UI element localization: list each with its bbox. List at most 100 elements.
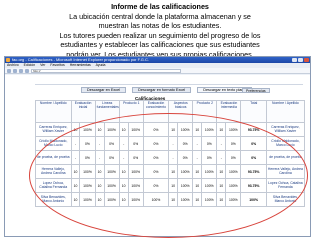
- grade-cell: 100%: [127, 192, 144, 207]
- menu-ver[interactable]: Ver: [40, 63, 45, 67]
- grade-cell: 100%: [225, 192, 242, 207]
- grade-cell: -: [168, 136, 179, 151]
- grade-cell: 0%: [103, 136, 120, 151]
- student-name-link[interactable]: Lopez Ochoa, Catalina Fernanda: [35, 178, 72, 193]
- student-name-right[interactable]: Lopez Ochoa, Catalina Fernanda: [265, 178, 306, 193]
- minimize-icon[interactable]: [292, 58, 297, 62]
- grade-cell: 0%: [225, 136, 242, 151]
- student-name-right[interactable]: de proeba, de proeba: [265, 150, 306, 165]
- grade-cell: 100%: [103, 178, 120, 193]
- column-header[interactable]: Evaluación intermedia: [216, 100, 242, 123]
- grade-cell: 0%: [103, 150, 120, 165]
- menu-edicion[interactable]: Edición: [24, 63, 35, 67]
- table-row: Silva Benavides, Marco Antonio 10 100% 10 10…: [35, 192, 306, 207]
- column-header[interactable]: Evaluación conocimiento: [142, 100, 170, 123]
- column-header[interactable]: Líneas fundamentales: [94, 100, 120, 123]
- column-header[interactable]: Nombre / Apellido: [35, 100, 72, 123]
- table-row: de proeba, de proeba -0% -0% -0% 0% -0% -0% -0%…: [35, 150, 306, 165]
- table-header-row: Nombre / Apellido Evaluación inicial Lín…: [35, 100, 306, 123]
- caption-line: La ubicación central donde la plataforma…: [69, 11, 251, 21]
- student-name-right[interactable]: Carreras Enriquez, William Xavier: [265, 122, 306, 137]
- student-name-link[interactable]: Herrera Vallejo, Andrea Carolina: [35, 164, 72, 179]
- grade-cell: 100%: [79, 192, 96, 207]
- tab-descargar-excel[interactable]: Descargar en Excel: [81, 87, 127, 93]
- student-name-link[interactable]: Carreras Enriquez, William Xavier: [35, 122, 72, 137]
- grade-cell: 10: [118, 192, 129, 207]
- refresh-icon[interactable]: [19, 68, 23, 73]
- home-icon[interactable]: [25, 68, 29, 73]
- column-header[interactable]: Producto 1: [118, 100, 144, 123]
- address-bar[interactable]: http://: [31, 68, 181, 73]
- menu-favoritos[interactable]: Favoritos: [50, 63, 64, 67]
- browser-icon: [6, 58, 10, 62]
- grade-cell: 10: [168, 192, 179, 207]
- slide-caption: Informe de las calificaciones La ubicaci…: [0, 2, 320, 60]
- column-header[interactable]: Producto 2: [192, 100, 218, 123]
- grade-cell: 100%: [177, 164, 194, 179]
- tab-descargar-formato-excel[interactable]: Descargar en formato Excel: [132, 87, 192, 93]
- maximize-icon[interactable]: [298, 58, 303, 62]
- grade-cell: 0%: [142, 150, 170, 165]
- grade-cell: 0%: [142, 178, 170, 193]
- table-row: Lopez Ochoa, Catalina Fernanda 10 100% 10 10…: [35, 178, 306, 193]
- grade-cell: 0%: [127, 150, 144, 165]
- column-header[interactable]: Total: [240, 100, 267, 123]
- menu-ayuda[interactable]: Ayuda: [96, 63, 106, 67]
- grade-cell: 10: [118, 122, 129, 137]
- grade-cell: -: [118, 150, 129, 165]
- grade-cell: 10: [216, 178, 227, 193]
- grade-cell: 100%: [177, 178, 194, 193]
- student-name-right[interactable]: Silva Benavides, Marco Antonio: [265, 192, 306, 207]
- caption-title: Informe de las calificaciones: [111, 2, 209, 11]
- forward-icon[interactable]: [13, 68, 17, 73]
- window-titlebar[interactable]: fac.org - Calificaciones - Microsoft Int…: [5, 57, 310, 63]
- grade-cell: -: [192, 136, 203, 151]
- total-cell: 93.75%: [240, 178, 267, 193]
- grade-cell: 10: [94, 178, 105, 193]
- grade-cell: 100%: [79, 178, 96, 193]
- student-name-right[interactable]: Criollo Maldonado, Marco Lucio: [265, 136, 306, 151]
- grade-cell: 0%: [201, 150, 218, 165]
- grade-cell: -: [216, 150, 227, 165]
- divider: [35, 84, 303, 85]
- table-row: Criollo Maldonado, Marco Lucio -0% -0% -0% 0…: [35, 136, 306, 151]
- grade-cell: 100%: [103, 192, 120, 207]
- total-cell: 0%: [240, 136, 267, 151]
- student-name-link[interactable]: Silva Benavides, Marco Antonio: [35, 192, 72, 207]
- grade-cell: 100%: [142, 192, 170, 207]
- caption-line: Los tutores pueden realizar un seguimien…: [59, 30, 261, 40]
- grade-cell: 0%: [225, 150, 242, 165]
- grade-cell: 10: [216, 122, 227, 137]
- caption-line: estudiantes y establecer las calificacio…: [60, 40, 260, 50]
- close-icon[interactable]: [304, 58, 309, 62]
- student-name-right[interactable]: Herrera Vallejo, Andrea Carolina: [265, 164, 306, 179]
- grade-cell: 10: [192, 164, 203, 179]
- column-header[interactable]: Aspectos básicos: [168, 100, 194, 123]
- grade-cell: 100%: [225, 122, 242, 137]
- menu-herramientas[interactable]: Herramientas: [70, 63, 91, 67]
- column-header[interactable]: Nombre / Apellido: [265, 100, 306, 123]
- grade-cell: 100%: [177, 122, 194, 137]
- grade-cell: 0%: [79, 136, 96, 151]
- grade-cell: -: [216, 136, 227, 151]
- student-name-link[interactable]: Criollo Maldonado, Marco Lucio: [35, 136, 72, 151]
- total-cell: 93.75%: [240, 122, 267, 137]
- grade-cell: 10: [118, 178, 129, 193]
- menu-archivo[interactable]: Archivo: [7, 63, 19, 67]
- browser-window: fac.org - Calificaciones - Microsoft Int…: [4, 56, 311, 237]
- total-cell: 93.75%: [240, 164, 267, 179]
- table-row: Herrera Vallejo, Andrea Carolina 10 100% 10…: [35, 164, 306, 179]
- column-header[interactable]: Evaluación inicial: [70, 100, 96, 123]
- total-cell: 0%: [240, 150, 267, 165]
- back-icon[interactable]: [7, 68, 11, 73]
- grade-cell: 10: [192, 178, 203, 193]
- grade-cell: -: [192, 150, 203, 165]
- grade-cell: 100%: [201, 122, 218, 137]
- export-tabs: Descargar en Excel Descargar en formato …: [81, 87, 252, 93]
- grade-cell: 100%: [225, 164, 242, 179]
- tab-preferencias[interactable]: Preferencias: [242, 88, 270, 93]
- grade-cell: 0%: [142, 164, 170, 179]
- window-title: fac.org - Calificaciones - Microsoft Int…: [12, 57, 149, 62]
- student-name-link[interactable]: de proeba, de proeba: [35, 150, 72, 165]
- grade-cell: 10: [70, 164, 81, 179]
